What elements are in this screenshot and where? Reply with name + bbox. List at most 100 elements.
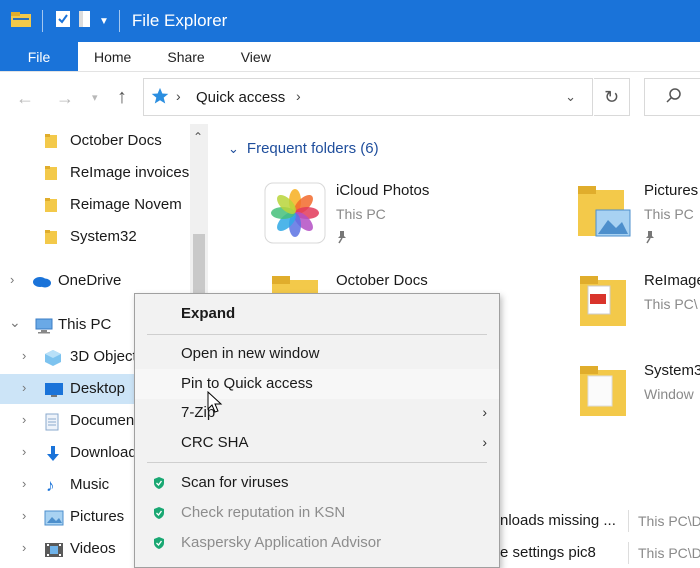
chevron-right-icon: › bbox=[482, 434, 487, 450]
back-arrow-icon[interactable]: ← bbox=[16, 88, 34, 109]
mouse-cursor-icon bbox=[207, 390, 223, 420]
menu-item-label: Check reputation in KSN bbox=[181, 504, 346, 521]
nav-item-videos[interactable]: › Videos bbox=[0, 534, 134, 564]
frequent-folders-header[interactable]: ⌄ Frequent folders (6) bbox=[228, 140, 379, 157]
menu-item-kaspersky-advisor[interactable]: Kaspersky Application Advisor bbox=[135, 528, 499, 558]
chevron-right-icon[interactable]: › bbox=[22, 508, 26, 523]
folder-name: System3 bbox=[644, 362, 700, 379]
toolbar-divider bbox=[42, 10, 43, 32]
nav-item-onedrive[interactable]: › OneDrive bbox=[0, 266, 190, 296]
nav-item-3d-objects[interactable]: › 3D Objects bbox=[0, 342, 134, 372]
chevron-right-icon[interactable]: › bbox=[22, 540, 26, 555]
chevron-right-icon[interactable]: › bbox=[22, 412, 26, 427]
nav-item-desktop[interactable]: › Desktop bbox=[0, 374, 134, 404]
menu-separator bbox=[147, 334, 487, 335]
folder-name: October Docs bbox=[336, 272, 428, 289]
folder-icon bbox=[572, 362, 636, 426]
window-title: File Explorer bbox=[131, 11, 228, 30]
menu-item-crc-sha[interactable]: CRC SHA › bbox=[135, 428, 499, 458]
refresh-button[interactable]: ↻ bbox=[594, 78, 630, 116]
nav-item-documents[interactable]: › Documents bbox=[0, 406, 134, 436]
desktop-icon bbox=[44, 382, 63, 398]
recent-file-path: This PC\D bbox=[638, 513, 700, 529]
onedrive-icon bbox=[32, 274, 51, 290]
nav-item-label: 3D Objects bbox=[70, 348, 134, 365]
documents-icon bbox=[44, 413, 62, 431]
chevron-right-icon[interactable]: › bbox=[22, 380, 26, 395]
title-bar: ▼ File Explorer bbox=[0, 0, 700, 42]
folder-tile-icloud-photos[interactable]: iCloud Photos This PC bbox=[264, 182, 504, 262]
tab-home[interactable]: Home bbox=[78, 42, 149, 71]
menu-item-scan-viruses[interactable]: Scan for viruses bbox=[135, 468, 499, 498]
recent-locations-icon[interactable]: ▾ bbox=[92, 91, 98, 104]
folder-tile-reimage[interactable]: ReImage This PC\ bbox=[572, 272, 700, 352]
ribbon-tabs: File Home Share View bbox=[0, 42, 700, 72]
menu-item-7zip[interactable]: 7-Zip › bbox=[135, 398, 499, 428]
up-arrow-icon[interactable]: ↑ bbox=[117, 86, 127, 109]
nav-item-music[interactable]: › ♪ Music bbox=[0, 470, 134, 500]
nav-item-pictures[interactable]: › Pictures bbox=[0, 502, 134, 532]
pdf-folder-icon bbox=[572, 272, 636, 336]
kaspersky-shield-icon bbox=[153, 536, 165, 554]
file-explorer-icon[interactable] bbox=[10, 10, 32, 33]
context-menu: Expand Open in new window Pin to Quick a… bbox=[134, 293, 500, 568]
tab-file[interactable]: File bbox=[0, 42, 78, 71]
chevron-right-icon[interactable]: › bbox=[10, 272, 14, 287]
nav-item-label: Pictures bbox=[70, 508, 125, 525]
chevron-right-icon[interactable]: › bbox=[296, 88, 301, 104]
nav-item-label: Music bbox=[70, 476, 110, 493]
chevron-right-icon[interactable]: › bbox=[22, 348, 26, 363]
folder-name: iCloud Photos bbox=[336, 182, 430, 199]
search-box[interactable] bbox=[644, 78, 700, 116]
kaspersky-shield-icon bbox=[153, 506, 165, 524]
pictures-folder-icon bbox=[572, 182, 636, 246]
quick-access-star-icon bbox=[151, 87, 169, 110]
folder-location: Window bbox=[644, 386, 694, 402]
forward-arrow-icon[interactable]: → bbox=[56, 88, 74, 109]
folder-icon bbox=[44, 229, 62, 245]
pictures-icon bbox=[44, 510, 64, 526]
quick-access-toolbar: ▼ bbox=[0, 10, 126, 33]
scroll-up-icon[interactable]: ⌃ bbox=[193, 130, 203, 144]
folder-icon bbox=[44, 197, 62, 213]
tab-view[interactable]: View bbox=[223, 42, 289, 71]
chevron-right-icon[interactable]: › bbox=[176, 88, 181, 104]
folder-tile-pictures[interactable]: Pictures This PC bbox=[572, 182, 700, 262]
tab-share[interactable]: Share bbox=[149, 42, 222, 71]
group-header-label: Frequent folders (6) bbox=[246, 140, 379, 157]
properties-icon[interactable] bbox=[55, 10, 71, 33]
chevron-down-icon[interactable]: ⌄ bbox=[9, 314, 21, 331]
menu-item-label: Scan for viruses bbox=[181, 474, 289, 491]
nav-item-label: This PC bbox=[58, 316, 112, 333]
menu-item-open-new-window[interactable]: Open in new window bbox=[135, 339, 499, 369]
folder-icon bbox=[44, 133, 62, 149]
nav-item-label: October Docs bbox=[70, 132, 162, 149]
nav-item-label: Videos bbox=[70, 540, 116, 557]
menu-item-check-reputation[interactable]: Check reputation in KSN bbox=[135, 498, 499, 528]
this-pc-icon bbox=[34, 318, 53, 334]
chevron-right-icon[interactable]: › bbox=[22, 476, 26, 491]
nav-item-label: ReImage invoices bbox=[70, 164, 190, 181]
nav-item-october-docs[interactable]: October Docs bbox=[0, 126, 190, 156]
chevron-right-icon[interactable]: › bbox=[22, 444, 26, 459]
recent-file-name[interactable]: e settings pic8 bbox=[500, 544, 596, 561]
folder-location: This PC\ bbox=[644, 296, 698, 312]
column-divider bbox=[628, 510, 629, 532]
menu-item-expand[interactable]: Expand bbox=[135, 299, 499, 329]
downloads-icon bbox=[46, 445, 64, 461]
address-location[interactable]: Quick access bbox=[196, 89, 285, 106]
nav-item-system32[interactable]: System32 bbox=[0, 222, 190, 252]
menu-item-pin-quick-access[interactable]: Pin to Quick access bbox=[135, 369, 499, 399]
column-divider bbox=[628, 542, 629, 564]
new-folder-icon[interactable] bbox=[77, 10, 93, 33]
nav-item-label: Reimage Novem bbox=[70, 196, 182, 213]
recent-file-name[interactable]: nloads missing ... bbox=[500, 512, 616, 529]
customize-toolbar-icon[interactable]: ▼ bbox=[99, 16, 109, 27]
nav-item-reimage-november[interactable]: Reimage Novem bbox=[0, 190, 190, 220]
chevron-down-icon[interactable]: ⌄ bbox=[565, 89, 576, 105]
nav-item-reimage-invoices[interactable]: ReImage invoices bbox=[0, 158, 190, 188]
nav-item-downloads[interactable]: › Downloads bbox=[0, 438, 134, 468]
folder-icon bbox=[44, 165, 62, 181]
folder-tile-system32[interactable]: System3 Window bbox=[572, 362, 700, 442]
address-bar[interactable]: › Quick access › ⌄ bbox=[143, 78, 593, 116]
